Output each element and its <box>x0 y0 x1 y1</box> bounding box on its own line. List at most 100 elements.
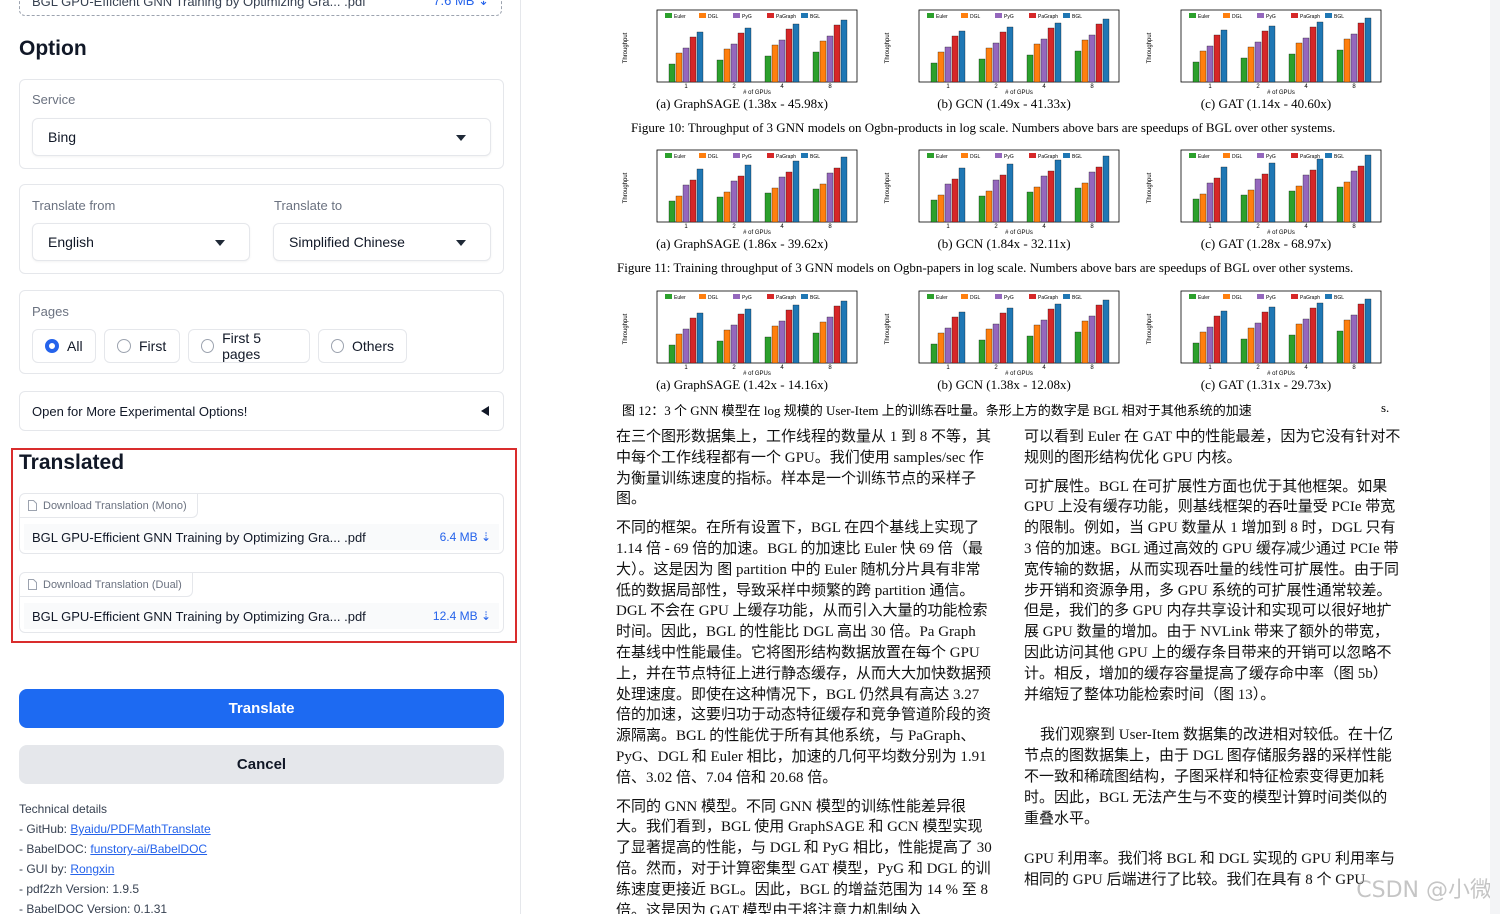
bar <box>1102 299 1110 364</box>
translate-from-select[interactable]: English <box>32 223 250 261</box>
x-tick-label: 8 <box>1090 365 1094 371</box>
bar <box>744 27 752 83</box>
pdf-preview[interactable]: Throughput # of GPUs Euler DGL PyG PaGraph BGL… <box>521 0 1500 914</box>
legend-swatch <box>995 294 1002 299</box>
legend-label: BGL <box>1072 154 1082 160</box>
bar <box>716 196 724 223</box>
pages-radio-first[interactable]: First <box>104 329 180 363</box>
bar <box>999 31 1007 83</box>
tech-gui: - GUI by: Rongxin <box>19 862 115 876</box>
bar <box>1357 165 1365 223</box>
babeldoc-link[interactable]: funstory-ai/BabelDOC <box>90 842 207 856</box>
bar <box>1357 22 1365 83</box>
bar <box>1261 173 1269 223</box>
bar <box>675 195 683 223</box>
bar <box>812 51 820 83</box>
bar <box>1261 311 1269 364</box>
fig11-panel-a: Throughput # of GPUs Euler DGL PyG PaGraph BGL… <box>617 140 867 265</box>
bar <box>840 300 848 364</box>
fig11-chart-a: Throughput# of GPUsEuler DGL PyG PaGraph BGL… <box>623 149 858 236</box>
paragraph: 可扩展性。BGL 在可扩展性方面也优于其他框架。如果 GPU 上没有缓存功能，则… <box>1024 478 1400 703</box>
fig11-caption-a: (a) GraphSAGE (1.86x - 39.62x) <box>656 236 828 251</box>
legend-swatch <box>665 294 672 299</box>
bar <box>1295 185 1303 223</box>
bar <box>812 332 820 364</box>
dual-file-size[interactable]: 12.4 MB ⇣ <box>433 609 491 623</box>
cancel-button[interactable]: Cancel <box>19 745 504 784</box>
translate-button[interactable]: Translate <box>19 689 504 728</box>
bar <box>778 176 786 223</box>
bar <box>840 19 848 83</box>
pages-option-label: First <box>139 338 167 354</box>
legend-swatch <box>1029 153 1036 158</box>
x-tick-label: 4 <box>1304 365 1308 371</box>
bar <box>764 192 772 223</box>
bar <box>833 305 841 364</box>
bar <box>1192 198 1200 223</box>
download-dual-file[interactable]: BGL GPU-Efficient GNN Training by Optimi… <box>24 603 499 629</box>
x-tick-label: 4 <box>780 365 784 371</box>
legend-label: Euler <box>936 295 948 301</box>
x-tick-label: 1 <box>684 365 688 371</box>
bar <box>689 317 697 364</box>
legend-swatch <box>1189 13 1196 18</box>
bar <box>689 179 697 223</box>
pages-radio-all[interactable]: All <box>32 329 96 363</box>
legend-label: BGL <box>810 154 820 160</box>
github-link[interactable]: Byaidu/PDFMathTranslate <box>70 822 210 836</box>
legend-label: Euler <box>1198 14 1210 20</box>
y-axis-label: Throughput <box>623 313 629 344</box>
bar <box>1288 190 1296 223</box>
download-dual-tag-label: Download Translation (Dual) <box>43 578 182 591</box>
chevron-down-icon <box>456 240 466 246</box>
tech-babeldoc: - BabelDOC: funstory-ai/BabelDOC <box>19 842 208 856</box>
experimental-options-accordion[interactable]: Open for More Experimental Options! <box>19 391 504 431</box>
x-tick-label: 4 <box>1304 84 1308 90</box>
pages-radio-first5[interactable]: First 5 pages <box>188 329 310 363</box>
legend-swatch <box>733 294 740 299</box>
legend-label: Euler <box>674 295 686 301</box>
legend-label: BGL <box>1334 154 1344 160</box>
fig11-panel-c: Throughput # of GPUs Euler DGL PyG PaGraph BGL… <box>1141 140 1391 265</box>
service-select[interactable]: Bing <box>32 118 491 156</box>
bar <box>668 63 676 83</box>
legend-label: DGL <box>1232 14 1243 20</box>
mono-file-name[interactable]: BGL GPU-Efficient GNN Training by Optimi… <box>32 530 366 545</box>
bar <box>985 47 993 83</box>
bar <box>792 23 800 83</box>
bar <box>1206 45 1214 83</box>
paragraph: 在三个图形数据集上，工作线程的数量从 1 到 8 不等，其中每个工作线程都有一个… <box>616 429 992 508</box>
legend-swatch <box>1063 294 1070 299</box>
bar <box>1268 25 1276 83</box>
legend-swatch <box>1291 294 1298 299</box>
bar <box>1336 330 1344 364</box>
bar <box>689 36 697 83</box>
pages-radio-others[interactable]: Others <box>318 329 407 363</box>
x-tick-label: 2 <box>732 224 736 230</box>
bar <box>1033 324 1041 364</box>
dual-file-name[interactable]: BGL GPU-Efficient GNN Training by Optimi… <box>32 609 366 624</box>
bar <box>1309 169 1317 223</box>
source-file-size[interactable]: 7.6 MB ⇣ <box>433 0 489 9</box>
bar <box>1240 338 1248 364</box>
bar <box>1074 187 1082 223</box>
x-tick-label: 8 <box>828 365 832 371</box>
legend-swatch <box>699 13 706 18</box>
bar <box>792 160 800 223</box>
bar <box>812 188 820 223</box>
download-mono-file[interactable]: BGL GPU-Efficient GNN Training by Optimi… <box>24 524 499 550</box>
translate-to-select[interactable]: Simplified Chinese <box>273 223 491 261</box>
source-file-row[interactable]: BGL GPU-Efficient GNN Training by Optimi… <box>19 0 502 16</box>
x-tick-label: 1 <box>946 224 950 230</box>
fig12-caption-b: (b) GCN (1.38x - 12.08x) <box>937 377 1071 392</box>
bar <box>1343 319 1351 364</box>
fig11-chart-b: Throughput# of GPUsEuler DGL PyG PaGraph BGL… <box>885 149 1120 236</box>
bar <box>1240 194 1248 223</box>
mono-file-size[interactable]: 6.4 MB ⇣ <box>440 530 491 544</box>
vertical-scrollbar[interactable] <box>1490 0 1500 914</box>
fig10-chart-a: Throughput# of GPUsEuler DGL PyG PaGraph BGL… <box>623 9 858 96</box>
gui-author-link[interactable]: Rongxin <box>70 862 114 876</box>
bar <box>1095 23 1103 83</box>
bar <box>1213 34 1221 83</box>
fig12-panel-c: Throughput # of GPUs Euler DGL PyG PaGraph BGL… <box>1141 281 1391 406</box>
